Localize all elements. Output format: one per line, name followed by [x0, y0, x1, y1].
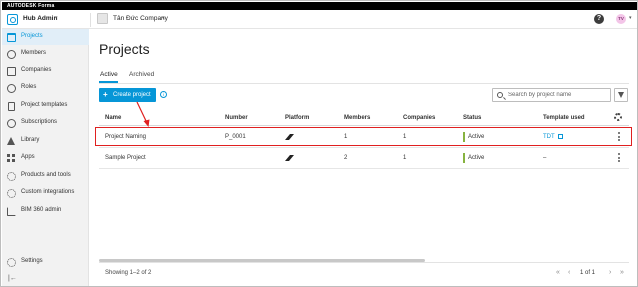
sidebar-item-label: Library — [21, 137, 40, 143]
hub-chevron-down-icon[interactable]: ▾ — [55, 15, 58, 21]
library-icon — [7, 137, 15, 145]
company-logo — [97, 13, 108, 24]
sidebar-item-label: Products and tools — [21, 172, 71, 178]
next-page-icon[interactable]: › — [609, 269, 611, 276]
annotation-arrow — [136, 101, 150, 127]
apps-icon — [7, 154, 16, 163]
building-icon — [7, 67, 16, 76]
search-box[interactable] — [492, 88, 611, 102]
brand-text: AUTODESK Forma — [7, 3, 55, 9]
help-icon[interactable]: ? — [594, 14, 604, 24]
create-project-label: Create project — [113, 92, 151, 98]
tab-archived[interactable]: Archived — [129, 71, 154, 78]
tab-active[interactable]: Active — [100, 71, 118, 78]
highlight-box — [95, 127, 632, 146]
sidebar-item-apps[interactable]: Apps — [2, 150, 89, 166]
sidebar: Projects Members Companies Roles Project… — [2, 29, 89, 286]
external-link-icon — [7, 207, 16, 216]
subscription-icon — [7, 119, 16, 128]
create-project-button[interactable]: + Create project — [99, 88, 156, 102]
footer-divider — [99, 262, 629, 263]
column-header-template-used[interactable]: Template used — [543, 115, 585, 121]
sidebar-item-projects[interactable]: Projects — [2, 29, 89, 45]
company-chevron-down-icon[interactable]: ▾ — [162, 15, 165, 21]
template-used-cell: – — [543, 155, 547, 161]
status-indicator — [463, 153, 465, 163]
search-icon — [497, 92, 503, 98]
sidebar-item-label: BIM 360 admin — [21, 207, 62, 213]
current-page[interactable]: 1 — [580, 270, 583, 276]
folder-icon — [7, 33, 16, 42]
sidebar-item-members[interactable]: Members — [2, 46, 89, 62]
tools-icon — [7, 172, 16, 181]
user-icon — [7, 50, 16, 59]
sidebar-item-label: Settings — [21, 258, 43, 264]
sidebar-item-bim-360-admin[interactable]: BIM 360 admin — [2, 203, 89, 219]
sidebar-item-label: Members — [21, 50, 47, 56]
hub-icon[interactable] — [7, 14, 18, 25]
app-window: AUTODESK Forma Hub Admin ▾ Tân Đức Compa… — [0, 0, 638, 287]
sidebar-item-roles[interactable]: Roles — [2, 80, 89, 96]
sidebar-item-label: Custom integrations — [21, 189, 75, 195]
sidebar-item-label: Roles — [21, 84, 37, 90]
sidebar-item-products-and-tools[interactable]: Products and tools — [2, 168, 89, 184]
table-header: Name Number Platform Members Companies S… — [99, 111, 629, 126]
project-status: Active — [468, 155, 485, 161]
sidebar-item-subscriptions[interactable]: Subscriptions — [2, 115, 89, 131]
project-members: 2 — [344, 155, 348, 161]
tabs-divider — [99, 83, 629, 84]
column-header-name[interactable]: Name — [105, 115, 121, 121]
collapse-sidebar-icon[interactable]: |← — [8, 275, 17, 282]
platform-icon — [285, 155, 294, 161]
plus-icon: + — [103, 90, 108, 99]
company-name[interactable]: Tân Đức Company — [113, 15, 168, 22]
top-header: Hub Admin ▾ Tân Đức Company ▾ ? TV ▾ — [2, 10, 637, 29]
page-indicator: 1 of 1 — [580, 270, 595, 276]
project-companies: 1 — [403, 155, 407, 161]
sidebar-item-companies[interactable]: Companies — [2, 63, 89, 79]
avatar[interactable]: TV — [616, 14, 626, 24]
roles-icon — [7, 84, 16, 93]
sidebar-item-label: Subscriptions — [21, 119, 58, 125]
table-row[interactable]: Sample Project 2 1 Active – — [99, 148, 629, 169]
column-header-companies[interactable]: Companies — [403, 115, 435, 121]
sidebar-item-label: Companies — [21, 67, 52, 73]
column-header-members[interactable]: Members — [344, 115, 370, 121]
first-page-icon[interactable]: « — [556, 269, 560, 276]
last-page-icon[interactable]: » — [620, 269, 624, 276]
project-name[interactable]: Sample Project — [105, 155, 146, 161]
integration-icon — [7, 189, 16, 198]
page-title: Projects — [99, 41, 150, 57]
column-settings-gear-icon[interactable] — [614, 113, 622, 121]
brand-bar: AUTODESK Forma — [2, 2, 637, 10]
hub-name[interactable]: Hub Admin — [23, 15, 57, 22]
search-input[interactable] — [508, 90, 608, 100]
column-header-status[interactable]: Status — [463, 115, 481, 121]
main-content: Projects Active Archived + Create projec… — [89, 29, 637, 286]
sidebar-item-library[interactable]: Library — [2, 133, 89, 149]
prev-page-icon[interactable]: ‹ — [568, 269, 570, 276]
sidebar-item-label: Project templates — [21, 102, 68, 108]
column-header-platform[interactable]: Platform — [285, 115, 309, 121]
template-icon — [8, 102, 15, 111]
sidebar-item-label: Projects — [21, 33, 43, 39]
sidebar-item-project-templates[interactable]: Project templates — [2, 98, 89, 114]
header-divider — [90, 13, 91, 27]
info-icon[interactable]: i — [160, 91, 167, 98]
sidebar-item-custom-integrations[interactable]: Custom integrations — [2, 185, 89, 201]
filter-icon[interactable] — [614, 88, 628, 102]
page-total: of 1 — [585, 270, 596, 276]
column-header-number[interactable]: Number — [225, 115, 248, 121]
gear-icon — [7, 258, 16, 267]
row-more-menu-icon[interactable] — [618, 153, 621, 163]
showing-count: Showing 1–2 of 2 — [105, 270, 152, 276]
avatar-chevron-down-icon[interactable]: ▾ — [629, 15, 632, 21]
sidebar-item-settings[interactable]: Settings — [2, 254, 89, 270]
sidebar-item-label: Apps — [21, 154, 35, 160]
